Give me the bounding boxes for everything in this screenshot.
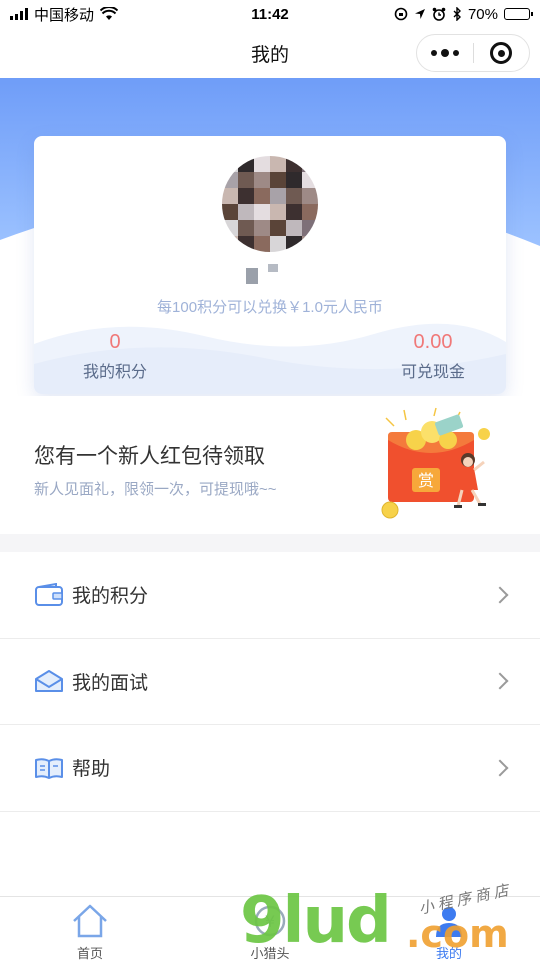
- tab-mine[interactable]: 我的: [404, 901, 494, 960]
- profile-menu: 我的积分 我的面试 帮助: [0, 552, 540, 812]
- red-packet-title: 您有一个新人红包待领取: [34, 445, 265, 468]
- book-icon: [34, 755, 64, 781]
- envelope-icon: [34, 668, 64, 694]
- tab-label: 小猎头: [250, 946, 290, 960]
- page-title: 我的: [250, 44, 289, 66]
- chevron-right-icon: [491, 672, 509, 690]
- menu-label: 我的积分: [72, 586, 149, 608]
- section-divider: [0, 534, 540, 552]
- new-user-red-packet-banner[interactable]: 您有一个新人红包待领取 新人见面礼，限领一次，可提现哦~~ 赏: [0, 396, 540, 534]
- mini-program-capsule: [416, 34, 530, 72]
- status-time: 11:42: [251, 5, 289, 23]
- menu-label: 帮助: [72, 759, 111, 781]
- menu-label: 我的面试: [72, 672, 149, 694]
- cash-stat[interactable]: 0.00 可兑现金: [388, 330, 478, 382]
- points-value: 0: [109, 331, 121, 353]
- location-icon: [414, 9, 425, 19]
- profile-icon: [429, 901, 469, 941]
- tab-headhunter[interactable]: ¥ 小猎头: [225, 901, 315, 960]
- nickname-redacted: [246, 264, 278, 284]
- carrier-name: 中国移动: [34, 6, 95, 24]
- tab-home[interactable]: 首页: [45, 901, 135, 960]
- alarm-icon: [432, 7, 446, 21]
- svg-text:¥: ¥: [265, 912, 275, 931]
- points-stat[interactable]: 0 我的积分: [80, 330, 150, 382]
- menu-item-my-interviews[interactable]: 我的面试: [0, 639, 540, 725]
- home-icon: [70, 901, 110, 941]
- more-menu-icon[interactable]: [417, 49, 473, 57]
- bottom-tab-bar: 首页 ¥ 小猎头 我的: [0, 896, 540, 960]
- red-packet-illustration: 赏: [381, 407, 490, 519]
- menu-item-help[interactable]: 帮助: [0, 725, 540, 812]
- exchange-rate-hint: 每100积分可以兑换￥1.0元人民币: [157, 299, 383, 316]
- cash-label: 可兑现金: [400, 364, 465, 381]
- wallet-icon: [34, 582, 64, 608]
- cash-value: 0.00: [413, 331, 453, 353]
- points-label: 我的积分: [82, 364, 147, 381]
- headhunter-icon: ¥: [250, 901, 290, 941]
- tab-label: 我的: [435, 946, 462, 960]
- status-right: 70%: [394, 5, 533, 23]
- rotation-lock-icon: [394, 7, 408, 21]
- bluetooth-icon: [453, 7, 461, 21]
- battery-icon: [504, 8, 533, 20]
- red-packet-subtitle: 新人见面礼，限领一次，可提现哦~~: [34, 481, 277, 498]
- chevron-right-icon: [491, 586, 509, 604]
- signal-icon: [10, 8, 28, 20]
- nav-bar: 我的: [0, 28, 540, 78]
- reward-character: 赏: [418, 471, 434, 490]
- chevron-right-icon: [491, 759, 509, 777]
- tab-label: 首页: [76, 946, 103, 960]
- close-mini-program-icon[interactable]: [474, 42, 530, 64]
- battery-percent: 70%: [467, 5, 498, 23]
- avatar[interactable]: [222, 156, 318, 252]
- menu-item-my-points[interactable]: 我的积分: [0, 552, 540, 639]
- profile-card: 每100积分可以兑换￥1.0元人民币 0 我的积分 0.00 可兑现金: [34, 136, 506, 394]
- status-bar: 中国移动 11:42 70%: [0, 0, 540, 28]
- status-left: 中国移动: [10, 4, 119, 25]
- wifi-icon: [100, 7, 119, 20]
